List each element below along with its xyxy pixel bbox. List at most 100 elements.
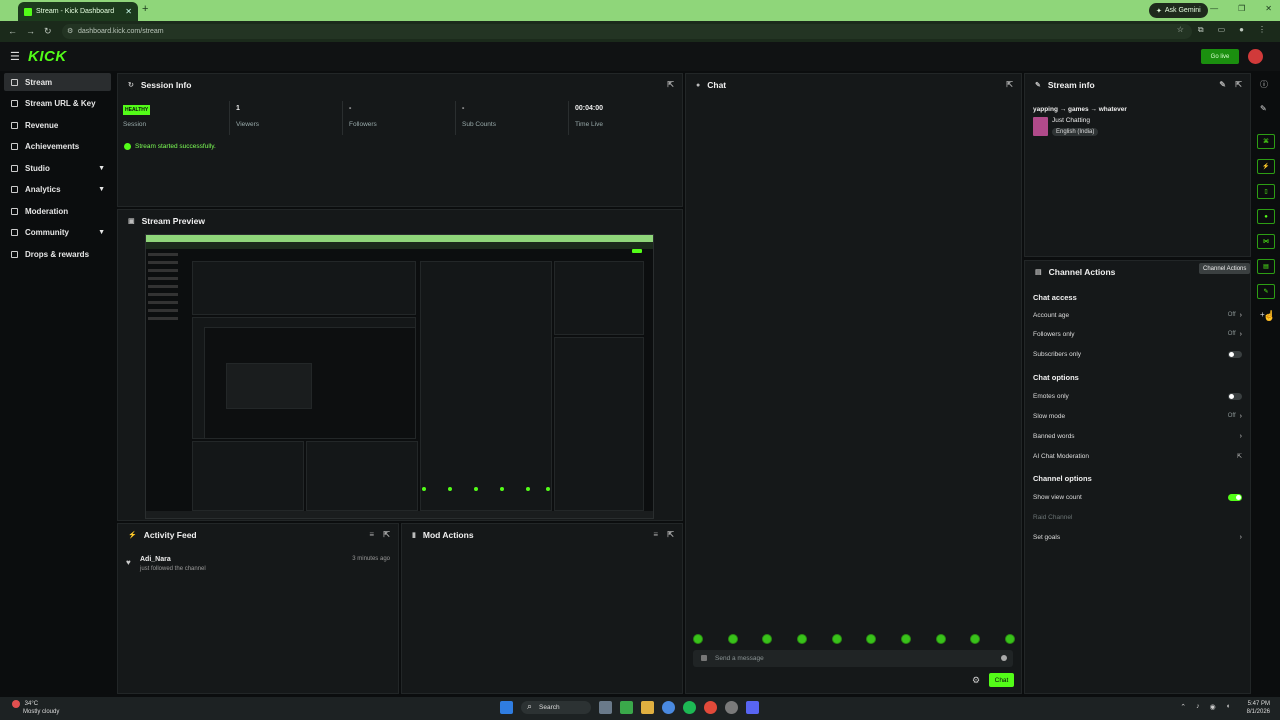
menu-dots-icon[interactable]: ⋮ [1258, 25, 1266, 35]
popout-icon[interactable]: ⇱ [667, 530, 674, 539]
sidebar-item-stream[interactable]: Stream [4, 73, 111, 91]
emote-icon[interactable] [866, 634, 877, 644]
user-avatar[interactable] [1248, 49, 1263, 64]
emoji-picker-icon[interactable] [1001, 655, 1007, 661]
edit-pencil-icon[interactable]: ✎ [1219, 80, 1226, 89]
close-window-icon[interactable]: ✕ [1265, 4, 1272, 13]
chevron-up-icon[interactable]: ⌃ [1180, 703, 1186, 711]
cast-icon[interactable]: ▭ [1218, 25, 1226, 35]
emote-icon[interactable] [727, 634, 738, 644]
reload-icon[interactable]: ↻ [44, 26, 52, 37]
sidebar-item-analytics[interactable]: Analytics ▼ [4, 180, 111, 198]
edit-pencil-icon[interactable]: ✎ [1260, 104, 1267, 113]
forward-arrow-icon[interactable]: → [26, 26, 35, 36]
emotes-only-toggle[interactable] [1228, 392, 1242, 400]
popout-icon[interactable]: ⇱ [1235, 80, 1242, 89]
setting-banned-words[interactable]: Banned words › [1033, 430, 1242, 442]
url-field[interactable]: ⚙ dashboard.kick.com/stream [62, 24, 1192, 39]
scene-switch-icon[interactable]: ⌘ [1257, 134, 1275, 149]
document-icon[interactable]: ▯ [1257, 184, 1275, 199]
spotify-icon[interactable] [683, 701, 696, 714]
emote-icon[interactable] [970, 634, 981, 644]
filter-icon[interactable]: ≡ [369, 530, 374, 539]
wifi-icon[interactable]: ◉ [1210, 703, 1216, 711]
shield-icon: ▮ [412, 532, 416, 539]
setting-raid-channel[interactable]: Raid Channel [1033, 511, 1242, 523]
sidebar-item-achievements[interactable]: Achievements [4, 137, 111, 155]
popout-icon[interactable]: ⇱ [1006, 80, 1013, 89]
stream-preview-video[interactable] [145, 234, 654, 519]
emote-icon[interactable] [762, 634, 773, 644]
bookmark-star-icon[interactable]: ☆ [1177, 25, 1184, 35]
sidebar-item-label: Moderation [25, 206, 69, 216]
follower-name[interactable]: Adi_Nara [140, 556, 171, 563]
go-live-button[interactable]: Go live [1201, 49, 1239, 64]
sidebar-item-community[interactable]: Community ▼ [4, 223, 111, 241]
setting-slow-mode[interactable]: Slow mode Off › [1033, 410, 1242, 422]
discord-icon[interactable] [746, 701, 759, 714]
profile-icon[interactable]: ● [1239, 25, 1244, 35]
sidebar-item-drops-rewards[interactable]: Drops & rewards [4, 245, 111, 263]
sidebar-item-revenue[interactable]: Revenue [4, 116, 111, 134]
emote-icon[interactable] [1004, 634, 1015, 644]
setting-followers-only[interactable]: Followers only Off › [1033, 328, 1242, 340]
info-icon[interactable]: ⓘ [1260, 79, 1268, 90]
stat-session: HEALTHY Session [118, 101, 230, 135]
kick-logo[interactable]: KICK [28, 48, 67, 65]
clock[interactable]: 5:47 PM 8/1/2026 [1247, 700, 1270, 716]
emote-icon[interactable] [796, 634, 807, 644]
taskbar-search[interactable]: Search [521, 701, 591, 714]
weather-widget[interactable]: 34°C Mostly cloudy [12, 700, 59, 716]
send-chat-button[interactable]: Chat [989, 673, 1014, 687]
mic-icon[interactable]: ♪ [1196, 703, 1200, 711]
setting-set-goals[interactable]: Set goals › [1033, 531, 1242, 543]
app-icon[interactable] [725, 701, 738, 714]
sidebar-item-studio[interactable]: Studio ▼ [4, 159, 111, 177]
new-tab-button[interactable]: + [142, 3, 148, 15]
windows-start-icon[interactable] [500, 701, 513, 714]
emote-icon[interactable] [693, 634, 703, 644]
stat-time-live: 00:04:00 Time Live [570, 101, 682, 135]
panel-title: Session Info [140, 80, 192, 90]
sidebar-item-moderation[interactable]: Moderation [4, 202, 111, 220]
site-info-icon[interactable]: ⚙ [67, 27, 73, 35]
chrome-icon[interactable] [662, 701, 675, 714]
chat-settings-gear-icon[interactable]: ⚙ [972, 675, 980, 686]
browser-icon[interactable] [704, 701, 717, 714]
sidebar-item-label: Drops & rewards [25, 249, 90, 259]
channel-actions-icon[interactable]: ▤ [1257, 259, 1275, 274]
emote-icon[interactable] [900, 634, 911, 644]
volume-icon[interactable]: ◖ [1226, 703, 1230, 711]
subscribers-only-toggle[interactable] [1228, 350, 1242, 358]
chat-bubble-icon[interactable]: ● [1257, 209, 1275, 224]
chevron-down-icon: ▼ [98, 164, 105, 172]
filter-icon[interactable]: ≡ [653, 530, 658, 539]
back-arrow-icon[interactable]: ← [8, 26, 17, 36]
show-view-count-toggle[interactable] [1228, 493, 1242, 501]
emote-icon[interactable] [935, 634, 946, 644]
chat-message-input[interactable]: Send a message [693, 650, 1013, 667]
wrench-icon[interactable]: ✎ [1257, 284, 1275, 299]
browser-tab-active[interactable]: Stream - Kick Dashboard ✕ [18, 2, 138, 21]
popout-icon[interactable]: ⇱ [383, 530, 390, 539]
app-icon[interactable] [620, 701, 633, 714]
extensions-icon[interactable]: ⧉ [1198, 25, 1204, 35]
preview-emote [526, 487, 530, 491]
setting-ai-chat-moderation[interactable]: AI Chat Moderation ⇱ [1033, 450, 1242, 462]
sidebar-item-stream-url-key[interactable]: Stream URL & Key [4, 94, 111, 112]
hamburger-menu-icon[interactable]: ☰ [10, 50, 20, 63]
minimize-icon[interactable]: — [1210, 4, 1218, 13]
browser-actions: ☆ ⧉ ▭ ● ⋮ [1177, 25, 1266, 35]
panel-title: Stream Preview [141, 216, 205, 226]
emote-icon[interactable] [831, 634, 842, 644]
ask-gemini-button[interactable]: ✦ Ask Gemini [1149, 3, 1208, 18]
file-explorer-icon[interactable] [641, 701, 654, 714]
tab-close-icon[interactable]: ✕ [125, 7, 132, 16]
widgets-icon[interactable] [599, 701, 612, 714]
popout-icon[interactable]: ⇱ [667, 80, 674, 89]
stream-icon [11, 78, 18, 86]
maximize-icon[interactable]: ❐ [1238, 4, 1245, 13]
raid-icon[interactable]: ⋈ [1257, 234, 1275, 249]
bolt-icon[interactable]: ⚡ [1257, 159, 1275, 174]
setting-account-age[interactable]: Account age Off › [1033, 309, 1242, 321]
